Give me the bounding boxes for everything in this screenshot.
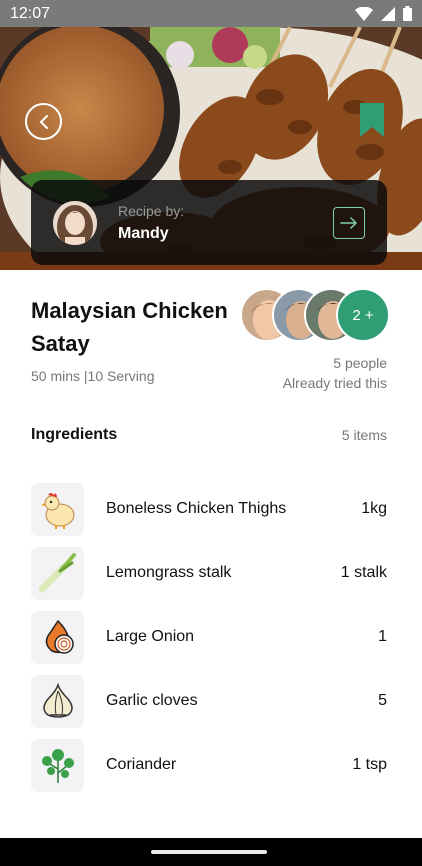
- ingredient-qty: 1: [378, 628, 387, 645]
- status-time: 12:07: [10, 4, 51, 22]
- ingredient-name: Lemongrass stalk: [106, 564, 232, 581]
- onion-icon: [31, 610, 84, 664]
- ingredient-qty: 5: [378, 692, 387, 709]
- ingredient-name: Boneless Chicken Thighs: [106, 500, 287, 517]
- ingredient-name: Coriander: [106, 756, 177, 773]
- system-nav-bar: [0, 838, 422, 866]
- chicken-icon: [31, 482, 84, 536]
- ingredient-row[interactable]: Garlic cloves 5: [31, 669, 387, 733]
- ingredient-row[interactable]: Boneless Chicken Thighs 1kg: [31, 477, 387, 541]
- ingredient-qty: 1 tsp: [352, 756, 387, 773]
- status-icons: [355, 6, 412, 21]
- coriander-icon: [31, 738, 84, 792]
- ingredient-name: Garlic cloves: [106, 692, 198, 709]
- recipe-screen: 12:07 Recipe by: Mandy Malaysian Chicken…: [0, 0, 422, 866]
- recipe-meta: 50 mins |10 Serving: [31, 368, 155, 384]
- signal-icon: [381, 6, 395, 21]
- arrow-right-icon: [340, 216, 357, 229]
- ingredient-qty: 1kg: [361, 500, 387, 517]
- back-button[interactable]: [25, 103, 62, 140]
- bookmark-icon[interactable]: [358, 103, 386, 137]
- status-bar: 12:07: [0, 0, 422, 27]
- wifi-icon: [355, 6, 373, 21]
- chevron-left-icon: [39, 114, 48, 129]
- ingredient-qty: 1 stalk: [340, 564, 387, 581]
- author-info: Recipe by: Mandy: [118, 203, 333, 243]
- ingredient-name: Large Onion: [106, 628, 195, 645]
- ingredients-header: Ingredients 5 items: [31, 426, 387, 444]
- tried-summary: 5 people Already tried this: [283, 353, 387, 393]
- battery-icon: [403, 6, 412, 21]
- ingredients-count: 5 items: [341, 427, 387, 443]
- tried-avatars[interactable]: 2 +: [240, 288, 392, 342]
- more-people-badge[interactable]: 2 +: [336, 288, 390, 342]
- recipe-by-label: Recipe by:: [118, 202, 185, 219]
- recipe-title: Malaysian Chicken Satay: [31, 298, 228, 356]
- author-avatar: [53, 200, 97, 245]
- author-name: Mandy: [118, 224, 169, 242]
- lemongrass-icon: [31, 546, 84, 600]
- ingredients-heading: Ingredients: [31, 426, 118, 443]
- hero-image: Recipe by: Mandy: [0, 27, 422, 270]
- author-profile-button[interactable]: [333, 206, 365, 239]
- ingredients-list: Boneless Chicken Thighs 1kg Lemongrass s…: [31, 477, 387, 797]
- tried-text: Already tried this: [282, 375, 387, 391]
- ingredient-row[interactable]: Coriander 1 tsp: [31, 733, 387, 797]
- garlic-icon: [31, 674, 84, 728]
- recipe-author-card[interactable]: Recipe by: Mandy: [31, 180, 387, 265]
- tried-people-count: 5 people: [333, 355, 387, 371]
- home-handle[interactable]: [151, 850, 267, 854]
- ingredient-row[interactable]: Lemongrass stalk 1 stalk: [31, 541, 387, 605]
- ingredient-row[interactable]: Large Onion 1: [31, 605, 387, 669]
